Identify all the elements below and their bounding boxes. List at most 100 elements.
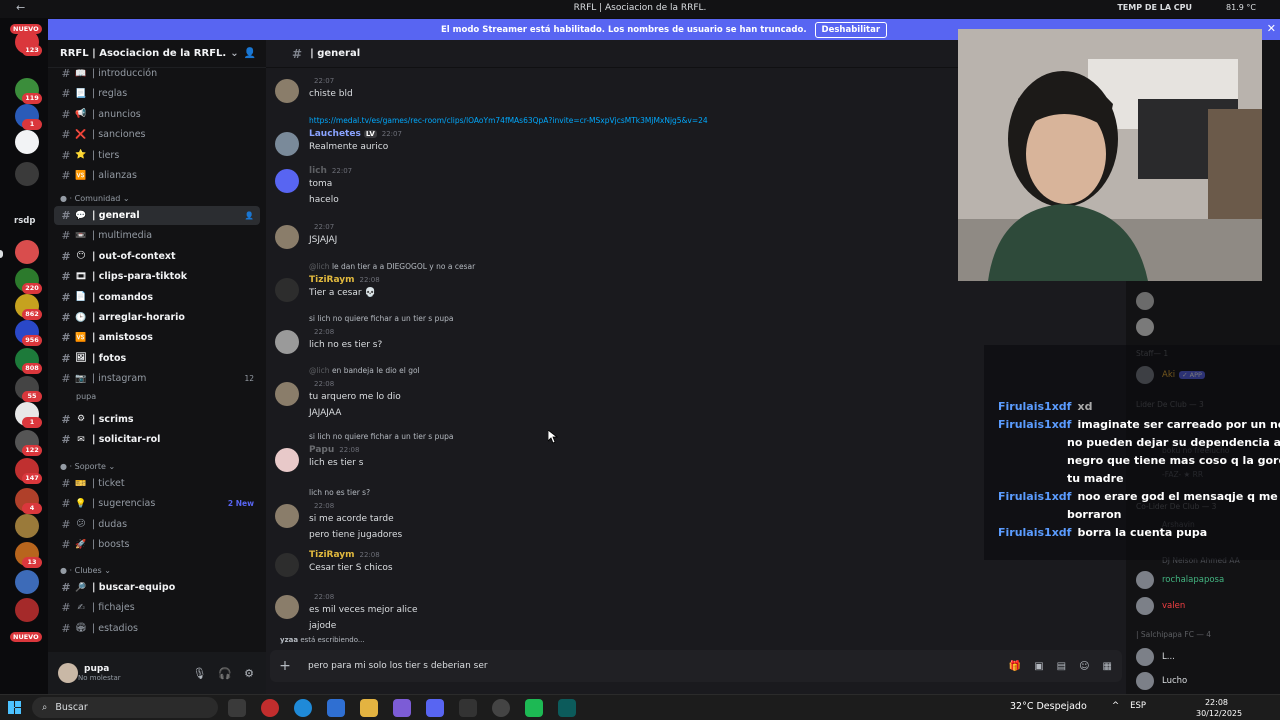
obs-icon[interactable] bbox=[492, 699, 510, 717]
calculator-icon[interactable] bbox=[327, 699, 345, 717]
reply-reference[interactable]: si lich no quiere fichar a un tier s pup… bbox=[309, 314, 453, 323]
server-icon[interactable] bbox=[15, 570, 39, 594]
chevron-up-icon[interactable]: ^ bbox=[1112, 701, 1119, 711]
banner-close-icon[interactable]: ✕ bbox=[1267, 22, 1276, 35]
reply-reference[interactable]: @lich le dan tier a a DIEGOGOL y no a ce… bbox=[309, 262, 475, 271]
avatar[interactable] bbox=[275, 553, 299, 577]
channel-item[interactable]: # 🖼 | fotos bbox=[54, 349, 260, 368]
server-icon[interactable] bbox=[15, 130, 39, 154]
chevron-down-icon[interactable]: ⌄ bbox=[230, 48, 238, 59]
channel-item[interactable]: # 💡 | sugerencias 2 New bbox=[54, 494, 260, 513]
member-item[interactable] bbox=[1136, 316, 1276, 338]
reply-reference[interactable]: si lich no quiere fichar a un tier s pup… bbox=[309, 432, 453, 441]
server-icon[interactable] bbox=[15, 514, 39, 538]
file-explorer-icon[interactable] bbox=[360, 699, 378, 717]
add-attachment-button[interactable]: + bbox=[270, 658, 300, 674]
member-item[interactable]: L... bbox=[1136, 646, 1276, 668]
message-author[interactable]: Papu 22:08 bbox=[309, 445, 359, 455]
member-item[interactable] bbox=[1136, 290, 1276, 312]
clock[interactable]: 22:08 30/12/2025 bbox=[1196, 697, 1242, 719]
server-text-icon[interactable]: rsdp bbox=[14, 216, 35, 226]
channel-item[interactable]: # 😕 | dudas bbox=[54, 515, 260, 534]
taskbar-search[interactable]: ⌕ Buscar bbox=[32, 697, 218, 718]
channel-item[interactable]: # 🏟 | estadios bbox=[54, 619, 260, 638]
channel-item[interactable]: # 🆚 | amistosos bbox=[54, 328, 260, 347]
channel-category[interactable]: ● · Soporte ⌄ bbox=[60, 462, 115, 471]
message-author[interactable]: 22:07 bbox=[309, 222, 334, 232]
gif-icon[interactable]: ▣ bbox=[1034, 661, 1043, 672]
windows-start-icon[interactable] bbox=[8, 701, 21, 714]
channel-item[interactable]: # 🆚 | alianzas bbox=[54, 166, 260, 185]
headphones-icon[interactable]: 🎧 bbox=[218, 667, 232, 680]
avatar[interactable] bbox=[275, 504, 299, 528]
avatar[interactable] bbox=[275, 382, 299, 406]
channel-item[interactable]: # ✍ | fichajes bbox=[54, 598, 260, 617]
server-icon[interactable] bbox=[15, 162, 39, 186]
message-author[interactable]: 22:08 bbox=[309, 379, 334, 389]
channel-item[interactable]: # 📃 | reglas bbox=[54, 84, 260, 103]
microphone-icon[interactable]: 🎙 bbox=[192, 667, 206, 680]
system-tray[interactable]: ^ ESP bbox=[1112, 701, 1146, 711]
copilot-icon[interactable] bbox=[393, 699, 411, 717]
message-author[interactable]: 22:07 bbox=[309, 76, 334, 86]
channel-item[interactable]: # ⭐ | tiers bbox=[54, 146, 260, 165]
terminal-icon[interactable] bbox=[558, 699, 576, 717]
message-composer[interactable]: + pero para mi solo los tier s deberian … bbox=[270, 650, 1122, 682]
gear-icon[interactable]: ⚙ bbox=[244, 667, 254, 680]
channel-item[interactable]: # ✉ | solicitar-rol bbox=[54, 430, 260, 449]
avatar[interactable] bbox=[275, 132, 299, 156]
avatar[interactable] bbox=[275, 225, 299, 249]
message-author[interactable]: 22:08 bbox=[309, 592, 334, 602]
channel-item[interactable]: # 📄 | comandos bbox=[54, 288, 260, 307]
channel-item[interactable]: # 📷 | instagram 12 bbox=[54, 369, 260, 388]
reply-reference[interactable]: lich no es tier s? bbox=[309, 488, 370, 497]
reply-reference[interactable]: @lich en bandeja le dio el gol bbox=[309, 366, 420, 375]
channel-item[interactable]: # ❌ | sanciones bbox=[54, 125, 260, 144]
composer-text[interactable]: pero para mi solo los tier s deberian se… bbox=[308, 661, 488, 671]
server-icon[interactable] bbox=[15, 598, 39, 622]
thread-item[interactable]: pupa bbox=[76, 392, 96, 401]
avatar[interactable] bbox=[275, 278, 299, 302]
message-author[interactable]: 22:08 bbox=[309, 501, 334, 511]
avatar[interactable] bbox=[275, 330, 299, 354]
channel-category[interactable]: ● · Comunidad ⌄ bbox=[60, 194, 130, 203]
gift-icon[interactable]: 🎁 bbox=[1009, 661, 1021, 672]
server-icon[interactable] bbox=[15, 240, 39, 264]
message-author[interactable]: TiziRaym 22:08 bbox=[309, 275, 380, 285]
channel-category[interactable]: ● · Clubes ⌄ bbox=[60, 566, 111, 575]
apps-icon[interactable]: ▦ bbox=[1103, 661, 1112, 672]
channel-item[interactable]: # ⚙ | scrims bbox=[54, 410, 260, 429]
member-item[interactable]: valen bbox=[1136, 595, 1276, 617]
spotify-like-icon[interactable] bbox=[525, 699, 543, 717]
avatar[interactable] bbox=[275, 595, 299, 619]
discord-icon[interactable] bbox=[426, 699, 444, 717]
channel-item[interactable]: # 📢 | anuncios bbox=[54, 105, 260, 124]
sticker-icon[interactable]: ▤ bbox=[1057, 661, 1066, 672]
opera-icon[interactable] bbox=[261, 699, 279, 717]
language-indicator[interactable]: ESP bbox=[1130, 701, 1146, 711]
channel-item[interactable]: # 🎞 | clips-para-tiktok bbox=[54, 267, 260, 286]
channel-item[interactable]: # 🎫 | ticket bbox=[54, 474, 260, 493]
app-icon[interactable] bbox=[459, 699, 477, 717]
channel-item[interactable]: # 💬 | general 👤 bbox=[54, 206, 260, 225]
task-view-icon[interactable] bbox=[228, 699, 246, 717]
member-item[interactable]: Lucho bbox=[1136, 670, 1276, 692]
member-item[interactable]: rochalapaposa bbox=[1136, 569, 1276, 591]
channel-item[interactable]: # 🔎 | buscar-equipo bbox=[54, 578, 260, 597]
add-member-icon[interactable]: 👤 bbox=[245, 211, 254, 220]
message-author[interactable]: TiziRaym 22:08 bbox=[309, 550, 380, 560]
invite-people-icon[interactable]: 👤 bbox=[244, 48, 256, 59]
message-author[interactable]: lich 22:07 bbox=[309, 166, 352, 176]
avatar[interactable] bbox=[58, 663, 78, 683]
channel-item[interactable]: # 📼 | multimedia bbox=[54, 226, 260, 245]
channel-item[interactable]: # 🚀 | boosts bbox=[54, 535, 260, 554]
avatar[interactable] bbox=[275, 448, 299, 472]
weather-widget[interactable]: 32°C Despejado bbox=[1010, 701, 1087, 712]
channel-item[interactable]: # 😶 | out-of-context bbox=[54, 247, 260, 266]
disable-streamer-button[interactable]: Deshabilitar bbox=[814, 21, 888, 38]
message-author[interactable]: Lauchetes LV 22:07 bbox=[309, 129, 402, 139]
channel-item[interactable]: # 🕒 | arreglar-horario bbox=[54, 308, 260, 327]
emoji-icon[interactable]: ☺ bbox=[1079, 661, 1089, 672]
reply-reference[interactable]: https://medal.tv/es/games/rec-room/clips… bbox=[309, 116, 708, 125]
message-author[interactable]: 22:08 bbox=[309, 327, 334, 337]
